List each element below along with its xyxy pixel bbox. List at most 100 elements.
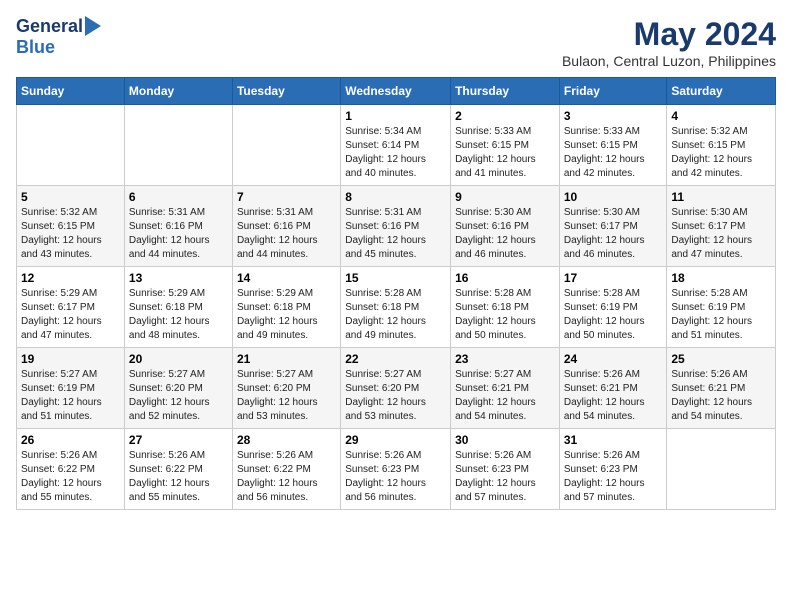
calendar-cell: 28 Sunrise: 5:26 AM Sunset: 6:22 PM Dayli… [232,429,340,510]
weekday-header-monday: Monday [124,78,232,105]
logo-general: General [16,16,83,36]
day-info: Sunrise: 5:29 AM Sunset: 6:18 PM Dayligh… [129,287,228,343]
day-number: 12 [21,271,120,285]
calendar-cell: 23 Sunrise: 5:27 AM Sunset: 6:21 PM Dayli… [451,348,560,429]
calendar-cell: 7 Sunrise: 5:31 AM Sunset: 6:16 PM Daylig… [232,186,340,267]
calendar-table: SundayMondayTuesdayWednesdayThursdayFrid… [16,77,776,510]
day-number: 6 [129,190,228,204]
day-info: Sunrise: 5:26 AM Sunset: 6:21 PM Dayligh… [564,368,663,424]
day-info: Sunrise: 5:28 AM Sunset: 6:18 PM Dayligh… [345,287,446,343]
calendar-cell [17,105,125,186]
calendar-cell: 31 Sunrise: 5:26 AM Sunset: 6:23 PM Dayli… [559,429,667,510]
day-number: 24 [564,352,663,366]
month-year-title: May 2024 [562,16,776,53]
calendar-cell: 4 Sunrise: 5:32 AM Sunset: 6:15 PM Daylig… [667,105,776,186]
calendar-cell: 18 Sunrise: 5:28 AM Sunset: 6:19 PM Dayli… [667,267,776,348]
day-info: Sunrise: 5:28 AM Sunset: 6:18 PM Dayligh… [455,287,555,343]
day-info: Sunrise: 5:27 AM Sunset: 6:19 PM Dayligh… [21,368,120,424]
day-number: 26 [21,433,120,447]
calendar-cell: 21Sunrise: 5:27 AM Sunset: 6:20 PM Dayli… [232,348,340,429]
week-row-5: 26 Sunrise: 5:26 AM Sunset: 6:22 PM Dayli… [17,429,776,510]
day-number: 30 [455,433,555,447]
day-number: 4 [671,109,771,123]
week-row-4: 19 Sunrise: 5:27 AM Sunset: 6:19 PM Dayli… [17,348,776,429]
day-info: Sunrise: 5:31 AM Sunset: 6:16 PM Dayligh… [237,206,336,262]
day-number: 28 [237,433,336,447]
day-info: Sunrise: 5:28 AM Sunset: 6:19 PM Dayligh… [564,287,663,343]
day-number: 31 [564,433,663,447]
day-info: Sunrise: 5:31 AM Sunset: 6:16 PM Dayligh… [345,206,446,262]
calendar-cell: 5 Sunrise: 5:32 AM Sunset: 6:15 PM Daylig… [17,186,125,267]
day-number: 23 [455,352,555,366]
day-number: 27 [129,433,228,447]
day-number: 11 [671,190,771,204]
title-block: May 2024 Bulaon, Central Luzon, Philippi… [562,16,776,69]
week-row-1: 1 Sunrise: 5:34 AM Sunset: 6:14 PM Daylig… [17,105,776,186]
calendar-cell: 9Sunrise: 5:30 AM Sunset: 6:16 PM Daylig… [451,186,560,267]
day-number: 3 [564,109,663,123]
calendar-cell: 2Sunrise: 5:33 AM Sunset: 6:15 PM Daylig… [451,105,560,186]
day-number: 14 [237,271,336,285]
weekday-header-thursday: Thursday [451,78,560,105]
day-number: 10 [564,190,663,204]
day-info: Sunrise: 5:32 AM Sunset: 6:15 PM Dayligh… [21,206,120,262]
day-info: Sunrise: 5:29 AM Sunset: 6:18 PM Dayligh… [237,287,336,343]
day-number: 1 [345,109,446,123]
day-number: 19 [21,352,120,366]
day-info: Sunrise: 5:34 AM Sunset: 6:14 PM Dayligh… [345,125,446,181]
day-info: Sunrise: 5:28 AM Sunset: 6:19 PM Dayligh… [671,287,771,343]
calendar-cell: 17Sunrise: 5:28 AM Sunset: 6:19 PM Dayli… [559,267,667,348]
calendar-cell: 16 Sunrise: 5:28 AM Sunset: 6:18 PM Dayli… [451,267,560,348]
day-info: Sunrise: 5:26 AM Sunset: 6:23 PM Dayligh… [564,449,663,505]
day-number: 8 [345,190,446,204]
calendar-cell: 25Sunrise: 5:26 AM Sunset: 6:21 PM Dayli… [667,348,776,429]
weekday-header-friday: Friday [559,78,667,105]
calendar-cell: 12Sunrise: 5:29 AM Sunset: 6:17 PM Dayli… [17,267,125,348]
day-number: 20 [129,352,228,366]
calendar-cell: 19 Sunrise: 5:27 AM Sunset: 6:19 PM Dayli… [17,348,125,429]
calendar-cell: 20 Sunrise: 5:27 AM Sunset: 6:20 PM Dayli… [124,348,232,429]
logo-blue: Blue [16,37,55,57]
day-info: Sunrise: 5:26 AM Sunset: 6:22 PM Dayligh… [237,449,336,505]
day-number: 29 [345,433,446,447]
calendar-cell: 11Sunrise: 5:30 AM Sunset: 6:17 PM Dayli… [667,186,776,267]
day-number: 13 [129,271,228,285]
day-info: Sunrise: 5:32 AM Sunset: 6:15 PM Dayligh… [671,125,771,181]
day-number: 18 [671,271,771,285]
day-info: Sunrise: 5:30 AM Sunset: 6:17 PM Dayligh… [564,206,663,262]
day-number: 5 [21,190,120,204]
calendar-cell: 1 Sunrise: 5:34 AM Sunset: 6:14 PM Daylig… [341,105,451,186]
calendar-cell: 10 Sunrise: 5:30 AM Sunset: 6:17 PM Dayli… [559,186,667,267]
calendar-cell: 27 Sunrise: 5:26 AM Sunset: 6:22 PM Dayli… [124,429,232,510]
day-number: 2 [455,109,555,123]
weekday-header-saturday: Saturday [667,78,776,105]
location-subtitle: Bulaon, Central Luzon, Philippines [562,53,776,69]
page-header: General Blue May 2024 Bulaon, Central Lu… [16,16,776,69]
logo-chevron-icon [85,16,101,36]
day-info: Sunrise: 5:26 AM Sunset: 6:23 PM Dayligh… [455,449,555,505]
calendar-cell: 30 Sunrise: 5:26 AM Sunset: 6:23 PM Dayli… [451,429,560,510]
day-info: Sunrise: 5:26 AM Sunset: 6:22 PM Dayligh… [129,449,228,505]
calendar-cell: 3 Sunrise: 5:33 AM Sunset: 6:15 PM Daylig… [559,105,667,186]
day-number: 21 [237,352,336,366]
weekday-header-sunday: Sunday [17,78,125,105]
calendar-cell: 14 Sunrise: 5:29 AM Sunset: 6:18 PM Dayli… [232,267,340,348]
day-number: 7 [237,190,336,204]
calendar-cell: 22Sunrise: 5:27 AM Sunset: 6:20 PM Dayli… [341,348,451,429]
day-number: 9 [455,190,555,204]
day-info: Sunrise: 5:33 AM Sunset: 6:15 PM Dayligh… [564,125,663,181]
calendar-cell [124,105,232,186]
day-info: Sunrise: 5:31 AM Sunset: 6:16 PM Dayligh… [129,206,228,262]
day-number: 15 [345,271,446,285]
calendar-cell: 26 Sunrise: 5:26 AM Sunset: 6:22 PM Dayli… [17,429,125,510]
logo: General Blue [16,16,83,58]
day-number: 16 [455,271,555,285]
week-row-2: 5 Sunrise: 5:32 AM Sunset: 6:15 PM Daylig… [17,186,776,267]
day-info: Sunrise: 5:27 AM Sunset: 6:21 PM Dayligh… [455,368,555,424]
calendar-cell: 6 Sunrise: 5:31 AM Sunset: 6:16 PM Daylig… [124,186,232,267]
calendar-cell [667,429,776,510]
calendar-cell: 15 Sunrise: 5:28 AM Sunset: 6:18 PM Dayli… [341,267,451,348]
day-info: Sunrise: 5:27 AM Sunset: 6:20 PM Dayligh… [129,368,228,424]
day-info: Sunrise: 5:26 AM Sunset: 6:21 PM Dayligh… [671,368,771,424]
day-info: Sunrise: 5:26 AM Sunset: 6:22 PM Dayligh… [21,449,120,505]
